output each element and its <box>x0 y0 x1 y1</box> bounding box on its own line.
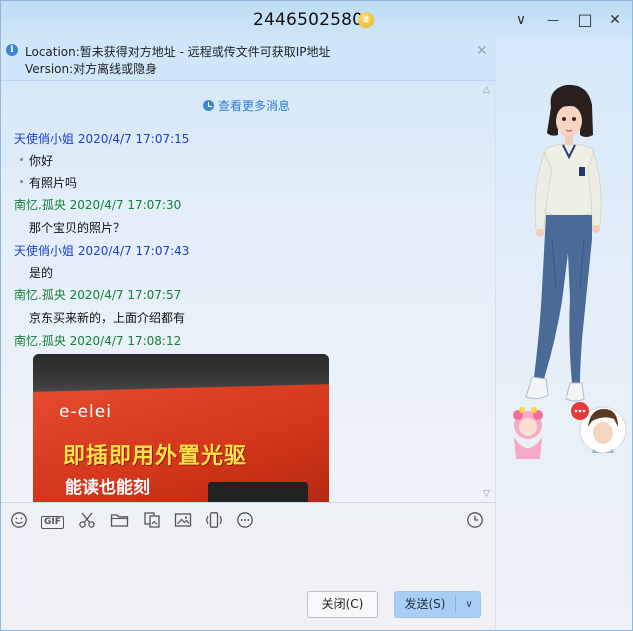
message-input[interactable] <box>1 539 495 584</box>
title-bar[interactable]: 2446502580 z ∨ — □ ✕ <box>1 1 632 39</box>
avatar-character-illustration <box>513 84 627 459</box>
clock-icon <box>203 100 214 111</box>
notice-close-icon[interactable]: ✕ <box>476 43 488 59</box>
input-toolbar: GIF <box>1 503 495 539</box>
photo-drive-device <box>208 482 308 502</box>
close-window-button[interactable]: ✕ <box>604 9 626 31</box>
message-image-optical-drive[interactable]: e-elei 即插即用外置光驱 能读也能刻 <box>33 354 329 502</box>
gif-icon[interactable]: GIF <box>41 516 64 529</box>
menu-dropdown-button[interactable]: ∨ <box>510 9 532 31</box>
bullet-dot <box>20 158 23 161</box>
more-icon[interactable] <box>236 511 254 531</box>
location-notice-bar: i Location:暂未获得对方地址 - 远程或传文件可获取IP地址 Vers… <box>1 39 495 81</box>
message-text: 有照片吗 <box>29 176 78 190</box>
maximize-button[interactable]: □ <box>574 9 596 31</box>
message-sender-header: 南忆.孤央 2020/4/7 17:08:12 <box>14 334 182 348</box>
minimize-button[interactable]: — <box>542 9 564 31</box>
message-text: 是的 <box>29 266 54 280</box>
notice-version-text: Version:对方离线或隐身 <box>25 62 158 76</box>
send-button[interactable]: 发送(S) ∨ <box>394 591 481 618</box>
message-sender-header: 天使俏小姐 2020/4/7 17:07:43 <box>14 244 190 258</box>
image-gallery-icon[interactable] <box>143 511 161 531</box>
message-text: 你好 <box>29 154 54 168</box>
vip-badge-icon: z <box>358 12 374 28</box>
photo-subline-text: 能读也能刻 <box>65 478 150 498</box>
photo-brand-text: e-elei <box>59 402 112 422</box>
message-sender-header: 南忆.孤央 2020/4/7 17:07:57 <box>14 288 182 302</box>
notice-location-text: Location:暂未获得对方地址 - 远程或传文件可获取IP地址 <box>25 45 331 59</box>
bullet-dot <box>20 180 23 183</box>
emoji-icon[interactable] <box>10 511 28 531</box>
info-icon: i <box>6 44 18 56</box>
scroll-up-arrow-icon[interactable]: △ <box>483 85 490 95</box>
contact-qq-number: 2446502580 <box>253 10 364 30</box>
scissors-icon[interactable] <box>78 511 96 531</box>
close-button[interactable]: 关闭(C) <box>307 591 378 618</box>
history-clock-icon[interactable] <box>466 511 484 531</box>
message-text: 那个宝贝的照片？ <box>29 221 126 235</box>
phone-shake-icon[interactable] <box>205 511 223 531</box>
view-more-messages-link[interactable]: 查看更多消息 <box>203 97 290 114</box>
scroll-down-arrow-icon[interactable]: ▽ <box>483 489 490 499</box>
photo-headline-text: 即插即用外置光驱 <box>63 444 248 469</box>
message-history[interactable]: △ 查看更多消息 天使俏小姐 2020/4/7 17:07:15 你好 有照片吗… <box>1 81 495 502</box>
message-sender-header: 南忆.孤央 2020/4/7 17:07:30 <box>14 198 182 212</box>
chat-window: 2446502580 z ∨ — □ ✕ i Location:暂未获得对方地址… <box>0 0 633 631</box>
folder-icon[interactable] <box>110 511 129 531</box>
view-more-messages-label: 查看更多消息 <box>218 99 291 113</box>
send-button-label[interactable]: 发送(S) <box>395 592 455 617</box>
send-button-separator <box>455 596 456 613</box>
message-sender-header: 天使俏小姐 2020/4/7 17:07:15 <box>14 132 190 146</box>
avatar-show-panel <box>495 39 632 630</box>
message-text: 京东买来新的，上面介绍都有 <box>29 311 186 325</box>
send-options-chevron-icon[interactable]: ∨ <box>459 592 479 617</box>
picture-icon[interactable] <box>174 511 192 531</box>
